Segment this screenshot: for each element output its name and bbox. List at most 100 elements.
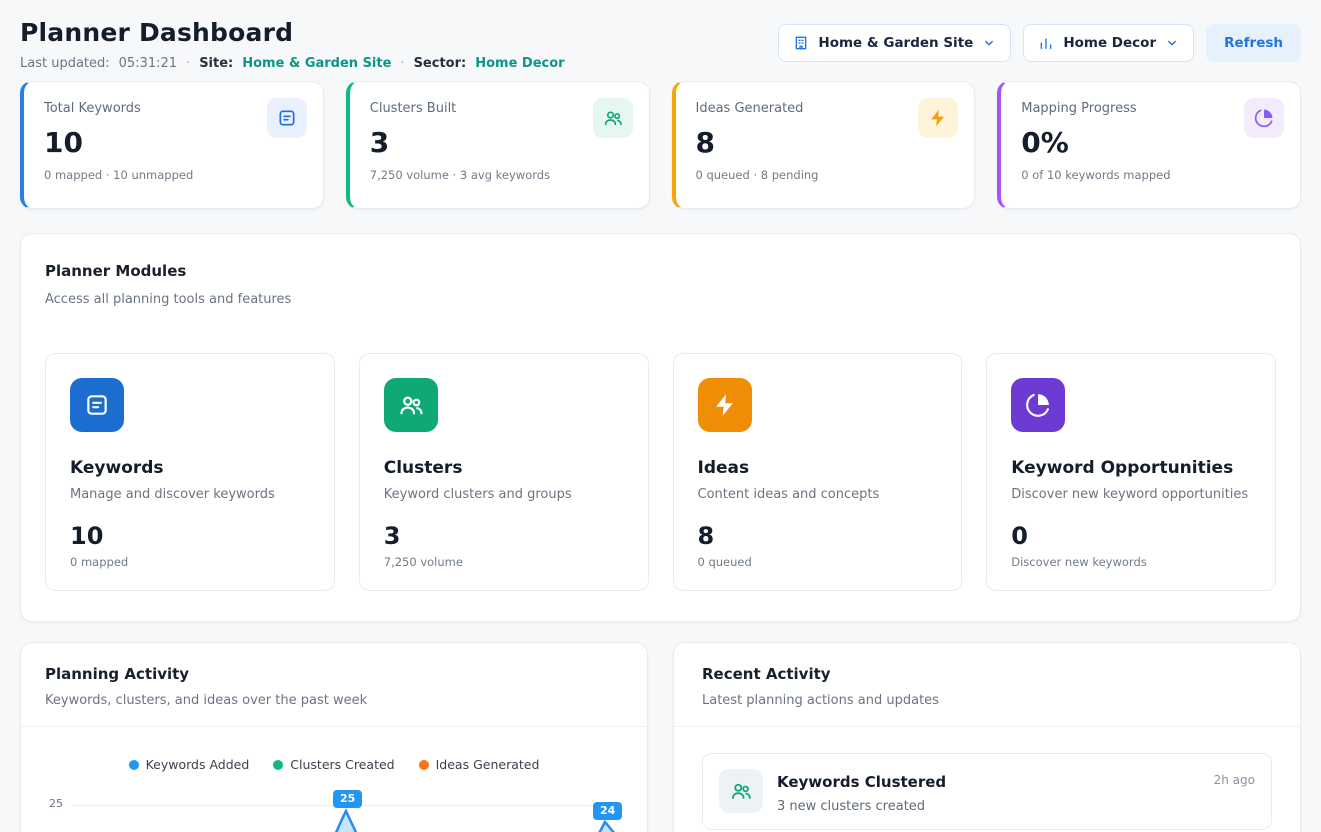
- legend-dot-blue: [129, 760, 139, 770]
- note-icon: [70, 378, 124, 432]
- legend-item-clusters-created: Clusters Created: [273, 757, 394, 772]
- module-subtext: 7,250 volume: [384, 555, 624, 569]
- stat-subtext: 0 queued · 8 pending: [696, 168, 955, 182]
- recent-activity-item[interactable]: Keywords Clustered 3 new clusters create…: [702, 753, 1272, 830]
- stat-subtext: 7,250 volume · 3 avg keywords: [370, 168, 629, 182]
- stat-label: Clusters Built: [370, 101, 629, 116]
- separator-dot: ·: [400, 56, 404, 71]
- topbar: Planner Dashboard Last updated: 05:31:21…: [20, 18, 1301, 71]
- modules-grid: Keywords Manage and discover keywords 10…: [45, 353, 1276, 591]
- stat-label: Total Keywords: [44, 101, 303, 116]
- module-card-clusters[interactable]: Clusters Keyword clusters and groups 3 7…: [359, 353, 649, 591]
- bar-chart-icon: [1038, 35, 1054, 51]
- site-selector-label: Home & Garden Site: [818, 35, 973, 51]
- planner-dashboard-page: Planner Dashboard Last updated: 05:31:21…: [0, 0, 1321, 832]
- stat-value: 8: [696, 126, 955, 159]
- legend-label: Ideas Generated: [436, 757, 540, 772]
- sector-label: Sector:: [414, 56, 467, 71]
- recent-item-text: Keywords Clustered 3 new clusters create…: [777, 769, 1200, 814]
- bolt-icon: [698, 378, 752, 432]
- last-updated-value: 05:31:21: [119, 56, 177, 71]
- module-card-keywords[interactable]: Keywords Manage and discover keywords 10…: [45, 353, 335, 591]
- stat-value: 0%: [1021, 126, 1280, 159]
- meta-line: Last updated: 05:31:21 · Site: Home & Ga…: [20, 56, 565, 71]
- stat-card-clusters-built: Clusters Built 3 7,250 volume · 3 avg ke…: [346, 81, 650, 209]
- legend-label: Keywords Added: [146, 757, 250, 772]
- legend-item-keywords-added: Keywords Added: [129, 757, 250, 772]
- topbar-controls: Home & Garden Site Home Decor Refresh: [778, 18, 1301, 62]
- module-title: Ideas: [698, 458, 938, 478]
- data-point-label: 25: [333, 790, 362, 808]
- module-description: Discover new keyword opportunities: [1011, 487, 1251, 502]
- section-title: Planner Modules: [45, 262, 1276, 280]
- chart-legend: Keywords Added Clusters Created Ideas Ge…: [45, 757, 623, 772]
- legend-dot-green: [273, 760, 283, 770]
- stat-card-ideas-generated: Ideas Generated 8 0 queued · 8 pending: [672, 81, 976, 209]
- legend-item-ideas-generated: Ideas Generated: [419, 757, 540, 772]
- recent-item-title: Keywords Clustered: [777, 773, 1200, 791]
- data-point-label: 24: [593, 802, 622, 820]
- stat-value: 10: [44, 126, 303, 159]
- page-title: Planner Dashboard: [20, 18, 565, 47]
- note-icon: [267, 98, 307, 138]
- sector-selector-dropdown[interactable]: Home Decor: [1023, 24, 1194, 62]
- planning-activity-panel: Planning Activity Keywords, clusters, an…: [20, 642, 648, 832]
- module-value: 3: [384, 522, 624, 550]
- site-link[interactable]: Home & Garden Site: [242, 56, 391, 71]
- module-value: 8: [698, 522, 938, 550]
- module-subtext: 0 mapped: [70, 555, 310, 569]
- stat-card-total-keywords: Total Keywords 10 0 mapped · 10 unmapped: [20, 81, 324, 209]
- topbar-left: Planner Dashboard Last updated: 05:31:21…: [20, 18, 565, 71]
- panel-subtitle: Latest planning actions and updates: [702, 693, 1276, 708]
- panel-header: Planning Activity Keywords, clusters, an…: [21, 643, 647, 727]
- module-description: Manage and discover keywords: [70, 487, 310, 502]
- panel-subtitle: Keywords, clusters, and ideas over the p…: [45, 693, 623, 708]
- area-chart: 25 25 24: [45, 784, 623, 832]
- module-title: Keyword Opportunities: [1011, 458, 1251, 478]
- recent-item-timestamp: 2h ago: [1214, 769, 1255, 787]
- stat-label: Ideas Generated: [696, 101, 955, 116]
- building-icon: [793, 35, 809, 51]
- site-selector-dropdown[interactable]: Home & Garden Site: [778, 24, 1011, 62]
- stat-cards-row: Total Keywords 10 0 mapped · 10 unmapped…: [20, 81, 1301, 209]
- module-title: Keywords: [70, 458, 310, 478]
- chevron-down-icon: [1165, 36, 1179, 50]
- refresh-button[interactable]: Refresh: [1206, 24, 1301, 62]
- chevron-down-icon: [982, 36, 996, 50]
- separator-dot: ·: [186, 56, 190, 71]
- stat-label: Mapping Progress: [1021, 101, 1280, 116]
- panel-header: Recent Activity Latest planning actions …: [674, 643, 1300, 727]
- module-subtext: 0 queued: [698, 555, 938, 569]
- sector-selector-label: Home Decor: [1063, 35, 1156, 51]
- recent-activity-panel: Recent Activity Latest planning actions …: [673, 642, 1301, 832]
- module-title: Clusters: [384, 458, 624, 478]
- recent-activity-list: Keywords Clustered 3 new clusters create…: [674, 727, 1300, 832]
- module-subtext: Discover new keywords: [1011, 555, 1251, 569]
- activity-chart-area: Keywords Added Clusters Created Ideas Ge…: [21, 727, 647, 832]
- users-icon: [384, 378, 438, 432]
- legend-dot-orange: [419, 760, 429, 770]
- section-subtitle: Access all planning tools and features: [45, 292, 1276, 307]
- users-icon: [719, 769, 763, 813]
- panel-title: Planning Activity: [45, 665, 623, 683]
- module-description: Content ideas and concepts: [698, 487, 938, 502]
- bottom-panels-row: Planning Activity Keywords, clusters, an…: [20, 642, 1301, 832]
- stat-card-mapping-progress: Mapping Progress 0% 0 of 10 keywords map…: [997, 81, 1301, 209]
- stat-subtext: 0 mapped · 10 unmapped: [44, 168, 303, 182]
- module-card-ideas[interactable]: Ideas Content ideas and concepts 8 0 que…: [673, 353, 963, 591]
- pie-chart-icon: [1244, 98, 1284, 138]
- panel-title: Recent Activity: [702, 665, 1276, 683]
- module-value: 0: [1011, 522, 1251, 550]
- sector-link[interactable]: Home Decor: [475, 56, 564, 71]
- users-icon: [593, 98, 633, 138]
- planner-modules-section: Planner Modules Access all planning tool…: [20, 233, 1301, 622]
- last-updated-label: Last updated:: [20, 56, 110, 71]
- pie-chart-icon: [1011, 378, 1065, 432]
- module-description: Keyword clusters and groups: [384, 487, 624, 502]
- module-card-keyword-opportunities[interactable]: Keyword Opportunities Discover new keywo…: [986, 353, 1276, 591]
- bolt-icon: [918, 98, 958, 138]
- site-label: Site:: [199, 56, 233, 71]
- stat-value: 3: [370, 126, 629, 159]
- stat-subtext: 0 of 10 keywords mapped: [1021, 168, 1280, 182]
- y-axis-tick: 25: [49, 797, 63, 810]
